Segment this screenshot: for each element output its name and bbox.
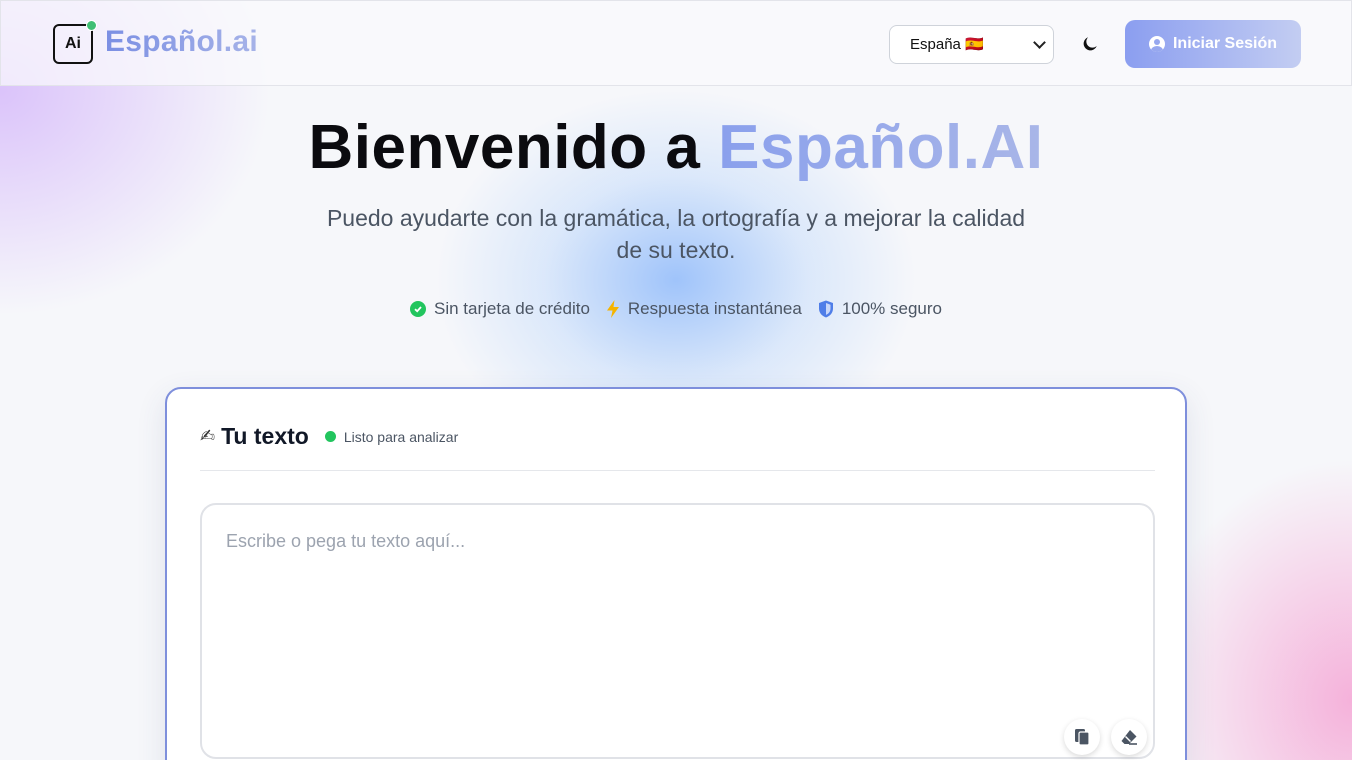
logo-text: Ai [65, 35, 81, 52]
feature-list: Sin tarjeta de crédito Respuesta instant… [0, 299, 1352, 319]
text-input[interactable] [200, 503, 1155, 759]
feature-item-secure: 100% seguro [818, 299, 942, 319]
text-editor-card: ✍ Tu texto Listo para analizar [165, 387, 1187, 760]
login-button[interactable]: Iniciar Sesión [1125, 20, 1301, 68]
lightning-icon [606, 300, 619, 318]
status-label: Listo para analizar [343, 428, 459, 445]
editor-header: ✍ Tu texto Listo para analizar [200, 423, 458, 450]
top-navbar: Ai Español.ai España 🇪🇸 Iniciar Sesión [0, 0, 1352, 86]
hero-title-prefix: Bienvenido a [308, 113, 701, 182]
brand-name[interactable]: Español.ai [105, 25, 258, 59]
shield-icon [818, 300, 833, 318]
paste-icon [1075, 729, 1090, 746]
editor-title: Tu texto [221, 423, 309, 449]
moon-icon [1083, 37, 1097, 51]
paste-button[interactable] [1064, 719, 1100, 755]
login-button-label: Iniciar Sesión [1172, 35, 1278, 52]
clear-button[interactable] [1111, 719, 1147, 755]
check-circle-icon [409, 301, 426, 317]
hero-title: Bienvenido a Español.AI [0, 112, 1352, 183]
feature-label: 100% seguro [841, 299, 942, 318]
status-dot [324, 431, 336, 442]
hero-subtitle: Puedo ayudarte con la gramática, la orto… [326, 205, 1026, 263]
feature-item-no-card: Sin tarjeta de crédito [409, 299, 590, 319]
feature-label: Respuesta instantánea [627, 299, 802, 318]
language-select-wrapper: España 🇪🇸 [889, 25, 1054, 64]
divider [200, 470, 1155, 471]
hero-title-accent: Español.AI [718, 113, 1044, 182]
feature-label: Sin tarjeta de crédito [433, 299, 590, 318]
logo-status-dot [86, 20, 97, 31]
logo-icon[interactable]: Ai [53, 20, 97, 64]
eraser-icon [1121, 730, 1137, 745]
theme-toggle-button[interactable] [1075, 28, 1105, 60]
user-circle-icon [1148, 36, 1165, 52]
feature-item-instant: Respuesta instantánea [606, 299, 802, 319]
editor-status: Listo para analizar [324, 428, 459, 445]
language-select[interactable]: España 🇪🇸 [889, 25, 1054, 64]
writing-hand-icon: ✍ [200, 426, 216, 446]
